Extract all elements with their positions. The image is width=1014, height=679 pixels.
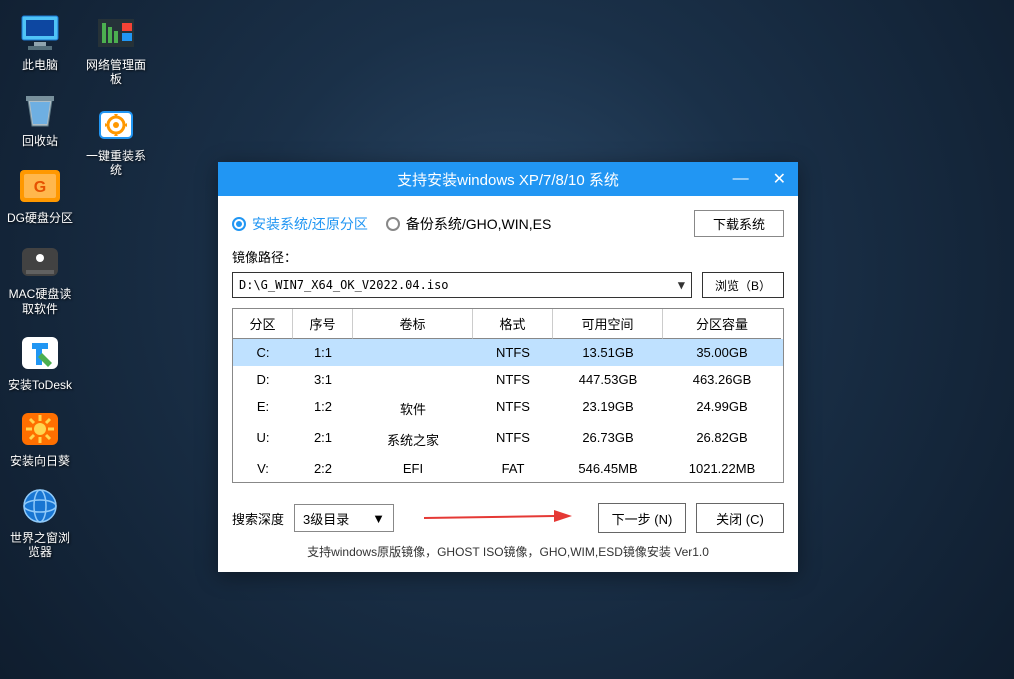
radio-unselected-icon	[386, 217, 400, 231]
th-format: 格式	[473, 309, 553, 339]
desktop-icon-label: DG硬盘分区	[7, 211, 73, 225]
desktop-icon-label: 安装向日葵	[10, 454, 70, 468]
footer-text: 支持windows原版镜像，GHOST ISO镜像，GHO,WIM,ESD镜像安…	[232, 533, 784, 564]
table-cell: 24.99GB	[663, 393, 781, 424]
table-cell: 3:1	[293, 366, 353, 393]
table-cell: NTFS	[473, 339, 553, 366]
dg-partition-icon: G	[16, 165, 64, 207]
window-title: 支持安装windows XP/7/8/10 系统	[397, 169, 619, 190]
radio-install-label: 安装系统/还原分区	[252, 214, 368, 234]
install-sunflower-icon	[16, 408, 64, 450]
table-cell: C:	[233, 339, 293, 366]
th-free: 可用空间	[553, 309, 663, 339]
desktop-icon-label: 世界之窗浏览器	[6, 531, 74, 560]
table-row[interactable]: C:1:1 NTFS13.51GB35.00GB	[233, 339, 783, 366]
th-partition: 分区	[233, 309, 293, 339]
table-cell: NTFS	[473, 393, 553, 424]
table-cell: FAT	[473, 455, 553, 482]
th-label: 卷标	[353, 309, 473, 339]
table-cell: 1021.22MB	[663, 455, 781, 482]
desktop-icon-dg-partition[interactable]: G DG硬盘分区	[4, 161, 76, 229]
world-browser-icon	[16, 485, 64, 527]
th-capacity: 分区容量	[663, 309, 781, 339]
table-row[interactable]: E:1:2软件NTFS23.19GB24.99GB	[233, 393, 783, 424]
desktop-icon-label: MAC硬盘读取软件	[6, 287, 74, 316]
desktop-icon-label: 一键重装系统	[82, 149, 150, 178]
desktop-icon-recycle-bin[interactable]: 回收站	[4, 84, 76, 152]
table-cell: 2:2	[293, 455, 353, 482]
desktop-icon-install-todesk[interactable]: 安装ToDesk	[4, 328, 76, 396]
table-cell: 35.00GB	[663, 339, 781, 366]
mac-disk-reader-icon	[16, 241, 64, 283]
this-pc-icon	[16, 12, 64, 54]
svg-text:G: G	[34, 179, 46, 196]
radio-selected-icon	[232, 217, 246, 231]
desktop-icon-label: 回收站	[22, 134, 58, 148]
desktop-icon-mac-disk-reader[interactable]: MAC硬盘读取软件	[4, 237, 76, 320]
table-cell: 26.82GB	[663, 424, 781, 455]
table-cell: NTFS	[473, 424, 553, 455]
table-cell: D:	[233, 366, 293, 393]
table-cell: 26.73GB	[553, 424, 663, 455]
desktop-icon-label: 网络管理面板	[82, 58, 150, 87]
image-path-value: D:\G_WIN7_X64_OK_V2022.04.iso	[239, 278, 449, 292]
desktop-icon-label: 安装ToDesk	[8, 378, 72, 392]
table-cell: NTFS	[473, 366, 553, 393]
table-cell: V:	[233, 455, 293, 482]
table-header-row: 分区 序号 卷标 格式 可用空间 分区容量	[233, 309, 783, 339]
search-depth-dropdown[interactable]: 3级目录 ▼	[294, 504, 394, 532]
desktop-icon-label: 此电脑	[22, 58, 58, 72]
table-cell: U:	[233, 424, 293, 455]
search-depth-value: 3级目录	[303, 509, 349, 528]
image-path-label: 镜像路径：	[232, 247, 784, 266]
titlebar[interactable]: 支持安装windows XP/7/8/10 系统 — ✕	[218, 162, 798, 196]
table-cell: E:	[233, 393, 293, 424]
th-seq: 序号	[293, 309, 353, 339]
network-panel-icon	[92, 12, 140, 54]
table-cell: 463.26GB	[663, 366, 781, 393]
radio-backup[interactable]: 备份系统/GHO,WIN,ES	[386, 214, 551, 234]
desktop-icon-network-panel[interactable]: 网络管理面板	[80, 8, 152, 91]
table-cell	[353, 366, 473, 393]
radio-backup-label: 备份系统/GHO,WIN,ES	[406, 214, 551, 234]
table-cell: 546.45MB	[553, 455, 663, 482]
table-row[interactable]: U:2:1系统之家NTFS26.73GB26.82GB	[233, 424, 783, 455]
installer-window: 支持安装windows XP/7/8/10 系统 — ✕ 安装系统/还原分区 备…	[218, 162, 798, 572]
dropdown-arrow-icon: ▼	[372, 511, 385, 526]
table-row[interactable]: D:3:1 NTFS447.53GB463.26GB	[233, 366, 783, 393]
desktop-icon-world-browser[interactable]: 世界之窗浏览器	[4, 481, 76, 564]
image-path-dropdown[interactable]: D:\G_WIN7_X64_OK_V2022.04.iso ▼	[232, 272, 692, 298]
download-system-button[interactable]: 下载系统	[694, 210, 784, 237]
table-cell: 软件	[353, 393, 473, 424]
desktop-icon-install-sunflower[interactable]: 安装向日葵	[4, 404, 76, 472]
table-cell	[353, 339, 473, 366]
dropdown-arrow-icon: ▼	[678, 278, 685, 292]
table-row[interactable]: V:2:2EFIFAT546.45MB1021.22MB	[233, 455, 783, 482]
recycle-bin-icon	[16, 88, 64, 130]
minimize-icon[interactable]: —	[727, 168, 755, 190]
table-cell: 1:1	[293, 339, 353, 366]
desktop-icon-one-click-reinstall[interactable]: 一键重装系统	[80, 99, 152, 182]
close-button[interactable]: 关闭 (C)	[696, 503, 784, 533]
next-button[interactable]: 下一步 (N)	[598, 503, 686, 533]
search-depth-label: 搜索深度	[232, 509, 284, 528]
table-cell: 23.19GB	[553, 393, 663, 424]
radio-install-restore[interactable]: 安装系统/还原分区	[232, 214, 368, 234]
table-cell: 系统之家	[353, 424, 473, 455]
one-click-reinstall-icon	[92, 103, 140, 145]
install-todesk-icon	[16, 332, 64, 374]
annotation-arrow	[404, 504, 588, 532]
table-cell: 13.51GB	[553, 339, 663, 366]
table-cell: 1:2	[293, 393, 353, 424]
close-icon[interactable]: ✕	[767, 167, 792, 191]
desktop-icon-this-pc[interactable]: 此电脑	[4, 8, 76, 76]
table-cell: 2:1	[293, 424, 353, 455]
browse-button[interactable]: 浏览（B）	[702, 272, 784, 298]
partition-table: 分区 序号 卷标 格式 可用空间 分区容量 C:1:1NTFS13.51GB35…	[232, 308, 784, 483]
table-cell: 447.53GB	[553, 366, 663, 393]
table-cell: EFI	[353, 455, 473, 482]
